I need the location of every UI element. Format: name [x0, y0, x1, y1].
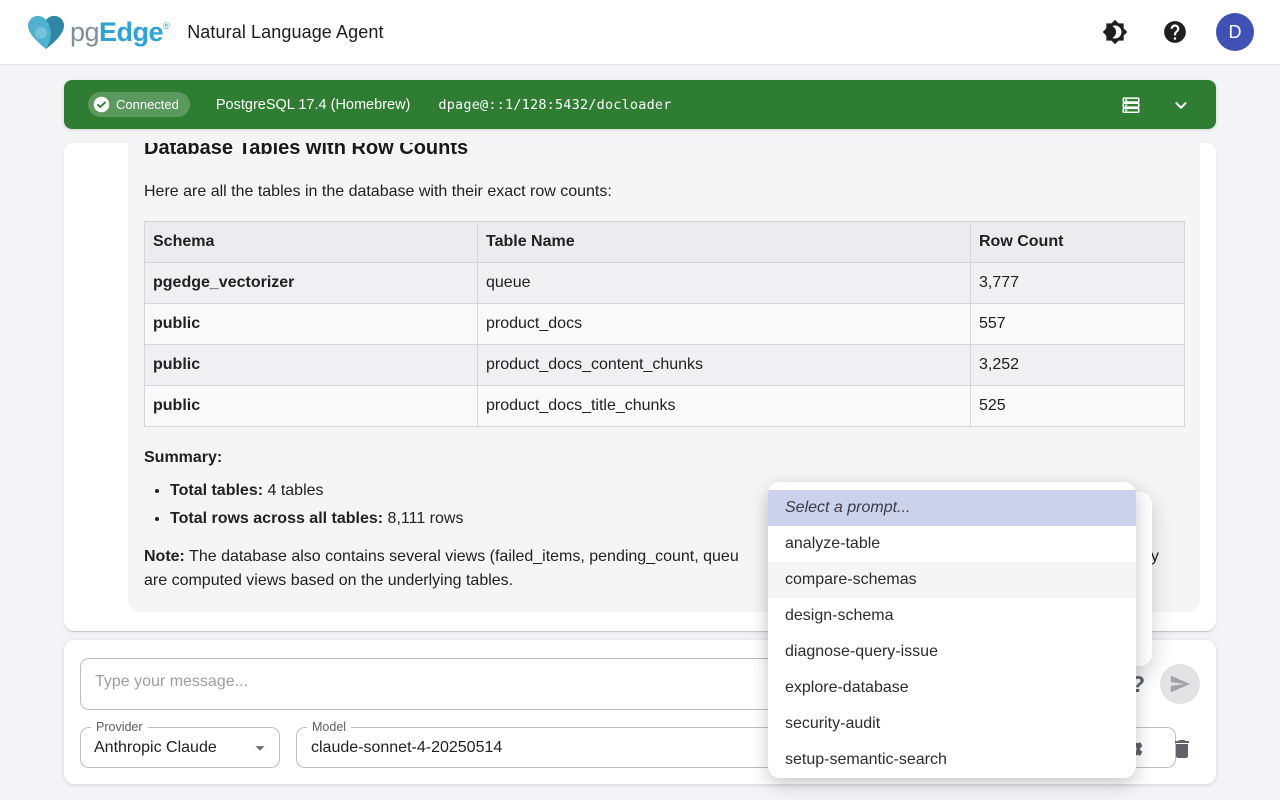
send-icon [1169, 673, 1191, 695]
avatar-initial: D [1229, 22, 1242, 43]
list-icon [1120, 94, 1142, 116]
help-button[interactable] [1156, 13, 1194, 51]
help-circle-icon [1162, 19, 1188, 45]
connection-status-badge: Connected [88, 92, 190, 117]
page-title: Natural Language Agent [187, 22, 383, 43]
message-heading: Database Tables with Row Counts [144, 143, 1184, 161]
app-bar: pgEdge® Natural Language Agent D [0, 0, 1280, 64]
user-avatar[interactable]: D [1216, 13, 1254, 51]
cell-row-count: 3,777 [971, 263, 1185, 304]
table-row: public product_docs 557 [145, 304, 1185, 345]
summary-heading: Summary: [144, 447, 1184, 469]
note-prefix: Note: [144, 548, 185, 565]
server-version-text: PostgreSQL 17.4 (Homebrew) [216, 97, 411, 113]
brightness-toggle-icon [1102, 19, 1128, 45]
cell-schema: public [145, 345, 478, 386]
collapse-connection-bar-button[interactable] [1164, 88, 1198, 122]
logo-registered-mark: ® [163, 21, 169, 31]
cell-row-count: 3,252 [971, 345, 1185, 386]
provider-select[interactable]: Provider Anthropic Claude [80, 727, 280, 768]
cell-schema: pgedge_vectorizer [145, 263, 478, 304]
theme-toggle-button[interactable] [1096, 13, 1134, 51]
logo-edge-text: Edge [99, 17, 163, 48]
send-button[interactable] [1160, 664, 1200, 704]
cell-schema: public [145, 386, 478, 427]
table-row: public product_docs_title_chunks 525 [145, 386, 1185, 427]
prompt-menu-item-compare-schemas[interactable]: compare-schemas [768, 562, 1136, 598]
check-circle-icon [93, 96, 110, 113]
pgedge-logo: pgEdge® [24, 12, 169, 52]
column-header-schema: Schema [145, 222, 478, 263]
cell-schema: public [145, 304, 478, 345]
bullet-label: Total tables: [170, 482, 263, 499]
cell-row-count: 557 [971, 304, 1185, 345]
prompt-select-menu: Select a prompt... analyze-table compare… [768, 482, 1136, 778]
column-header-row-count: Row Count [971, 222, 1185, 263]
cell-table-name: product_docs_title_chunks [478, 386, 971, 427]
cell-table-name: product_docs_content_chunks [478, 345, 971, 386]
pgedge-wordmark: pgEdge® [70, 17, 169, 48]
cell-row-count: 525 [971, 386, 1185, 427]
prompt-menu-item-design-schema[interactable]: design-schema [768, 598, 1136, 634]
connection-list-button[interactable] [1114, 88, 1148, 122]
model-label: Model [307, 720, 351, 734]
chevron-down-icon [1170, 94, 1192, 116]
clear-conversation-button[interactable] [1170, 735, 1198, 763]
pgedge-heart-icon [24, 12, 68, 52]
dropdown-arrow-icon [249, 737, 271, 759]
prompt-menu-item-setup-semantic-search[interactable]: setup-semantic-search [768, 742, 1136, 778]
prompt-menu-item-analyze-table[interactable]: analyze-table [768, 526, 1136, 562]
bullet-label: Total rows across all tables: [170, 510, 383, 527]
cell-table-name: product_docs [478, 304, 971, 345]
table-row: pgedge_vectorizer queue 3,777 [145, 263, 1185, 304]
prompt-menu-placeholder[interactable]: Select a prompt... [768, 490, 1136, 526]
connection-bar: Connected PostgreSQL 17.4 (Homebrew) dpa… [64, 80, 1216, 129]
column-header-table-name: Table Name [478, 222, 971, 263]
logo-pg-text: pg [70, 17, 99, 48]
bullet-value: 8,111 rows [383, 510, 463, 527]
table-header-row: Schema Table Name Row Count [145, 222, 1185, 263]
note-line1: Note: The database also contains several… [144, 545, 739, 569]
row-counts-table: Schema Table Name Row Count pgedge_vecto… [144, 221, 1185, 427]
trash-icon [1170, 737, 1194, 761]
table-row: public product_docs_content_chunks 3,252 [145, 345, 1185, 386]
connection-string-text: dpage@::1/128:5432/docloader [438, 97, 671, 113]
provider-label: Provider [91, 720, 148, 734]
prompt-menu-item-diagnose-query-issue[interactable]: diagnose-query-issue [768, 634, 1136, 670]
connection-status-text: Connected [116, 97, 179, 112]
cell-table-name: queue [478, 263, 971, 304]
prompt-menu-item-explore-database[interactable]: explore-database [768, 670, 1136, 706]
prompt-menu-item-security-audit[interactable]: security-audit [768, 706, 1136, 742]
note-line2: are computed views based on the underlyi… [144, 569, 513, 593]
bullet-value: 4 tables [263, 482, 323, 499]
message-intro-text: Here are all the tables in the database … [144, 180, 1184, 204]
provider-value: Anthropic Claude [94, 739, 217, 757]
